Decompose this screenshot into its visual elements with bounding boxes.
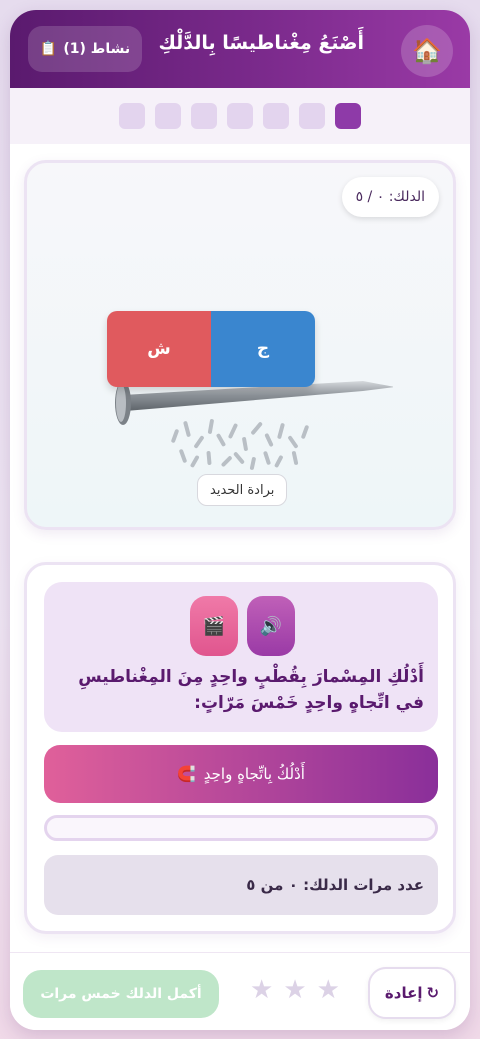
magnet-pole-north: ج (211, 311, 315, 387)
instruction-box: 🔊 🎬 أَدْلُكِ المِسْمارَ بِقُطْبٍ واحِدٍ … (44, 582, 438, 732)
step-6 (155, 103, 181, 129)
video-button[interactable]: 🎬 (190, 596, 238, 656)
step-2 (299, 103, 325, 129)
rub-one-direction-button[interactable]: أَدْلُكُ بِاتِّجاهٍ واحِدٍ 🧲 (44, 745, 438, 803)
page-title: أَصْنَعُ مِغْناطيسًا بِالدَّلْكِ (158, 32, 364, 54)
magnet[interactable]: ش ج (107, 311, 315, 387)
home-icon: 🏠 (412, 37, 442, 65)
footer-bar: ↻ إعادة ★ ★ ★ أكمل الدلك خمس مرات (10, 952, 470, 1030)
step-5 (191, 103, 217, 129)
star-icon: ★ (250, 975, 274, 1005)
app-window: 🏠 أَصْنَعُ مِغْناطيسًا بِالدَّلْكِ نشاط … (10, 10, 470, 1030)
header-bar: 🏠 أَصْنَعُ مِغْناطيسًا بِالدَّلْكِ نشاط … (10, 10, 470, 88)
reset-label: إعادة (384, 984, 423, 1002)
step-3 (263, 103, 289, 129)
refresh-icon: ↻ (426, 984, 440, 1002)
star-icon: ★ (316, 975, 340, 1005)
reset-button[interactable]: ↻ إعادة (368, 967, 456, 1019)
audio-button[interactable]: 🔊 (247, 596, 295, 656)
rub-progress-bar (44, 815, 438, 841)
step-indicator (10, 88, 470, 144)
home-button[interactable]: 🏠 (401, 25, 453, 77)
star-rating: ★ ★ ★ (250, 975, 340, 1005)
rub-button-label: أَدْلُكُ بِاتِّجاهٍ واحِدٍ (203, 765, 305, 783)
iron-filings-label: برادة الحديد (197, 474, 288, 506)
step-4 (227, 103, 253, 129)
step-1 (335, 103, 361, 129)
magnet-pole-south: ش (107, 311, 211, 387)
activity-label: نشاط (1) (63, 41, 131, 57)
speaker-icon: 🔊 (259, 615, 283, 637)
clipboard-icon: 📋 (39, 41, 58, 57)
star-icon: ★ (283, 975, 307, 1005)
clapper-icon: 🎬 (202, 615, 226, 637)
iron-filings-icon (171, 419, 309, 470)
instruction-card: 🔊 🎬 أَدْلُكِ المِسْمارَ بِقُطْبٍ واحِدٍ … (24, 562, 456, 934)
rub-counter-badge: الدلك: ٠ / ٥ (341, 177, 439, 217)
step-7 (119, 103, 145, 129)
instruction-text: أَدْلُكِ المِسْمارَ بِقُطْبٍ واحِدٍ مِنَ… (78, 667, 424, 713)
rub-count-display: عدد مرات الدلك: ٠ من ٥ (44, 855, 438, 915)
complete-button[interactable]: أكمل الدلك خمس مرات (23, 970, 219, 1018)
experiment-stage: الدلك: ٠ / ٥ ش ج برادة الحديد (24, 160, 456, 530)
activity-button[interactable]: نشاط (1) 📋 (28, 26, 142, 72)
magnet-icon: 🧲 (177, 765, 196, 783)
